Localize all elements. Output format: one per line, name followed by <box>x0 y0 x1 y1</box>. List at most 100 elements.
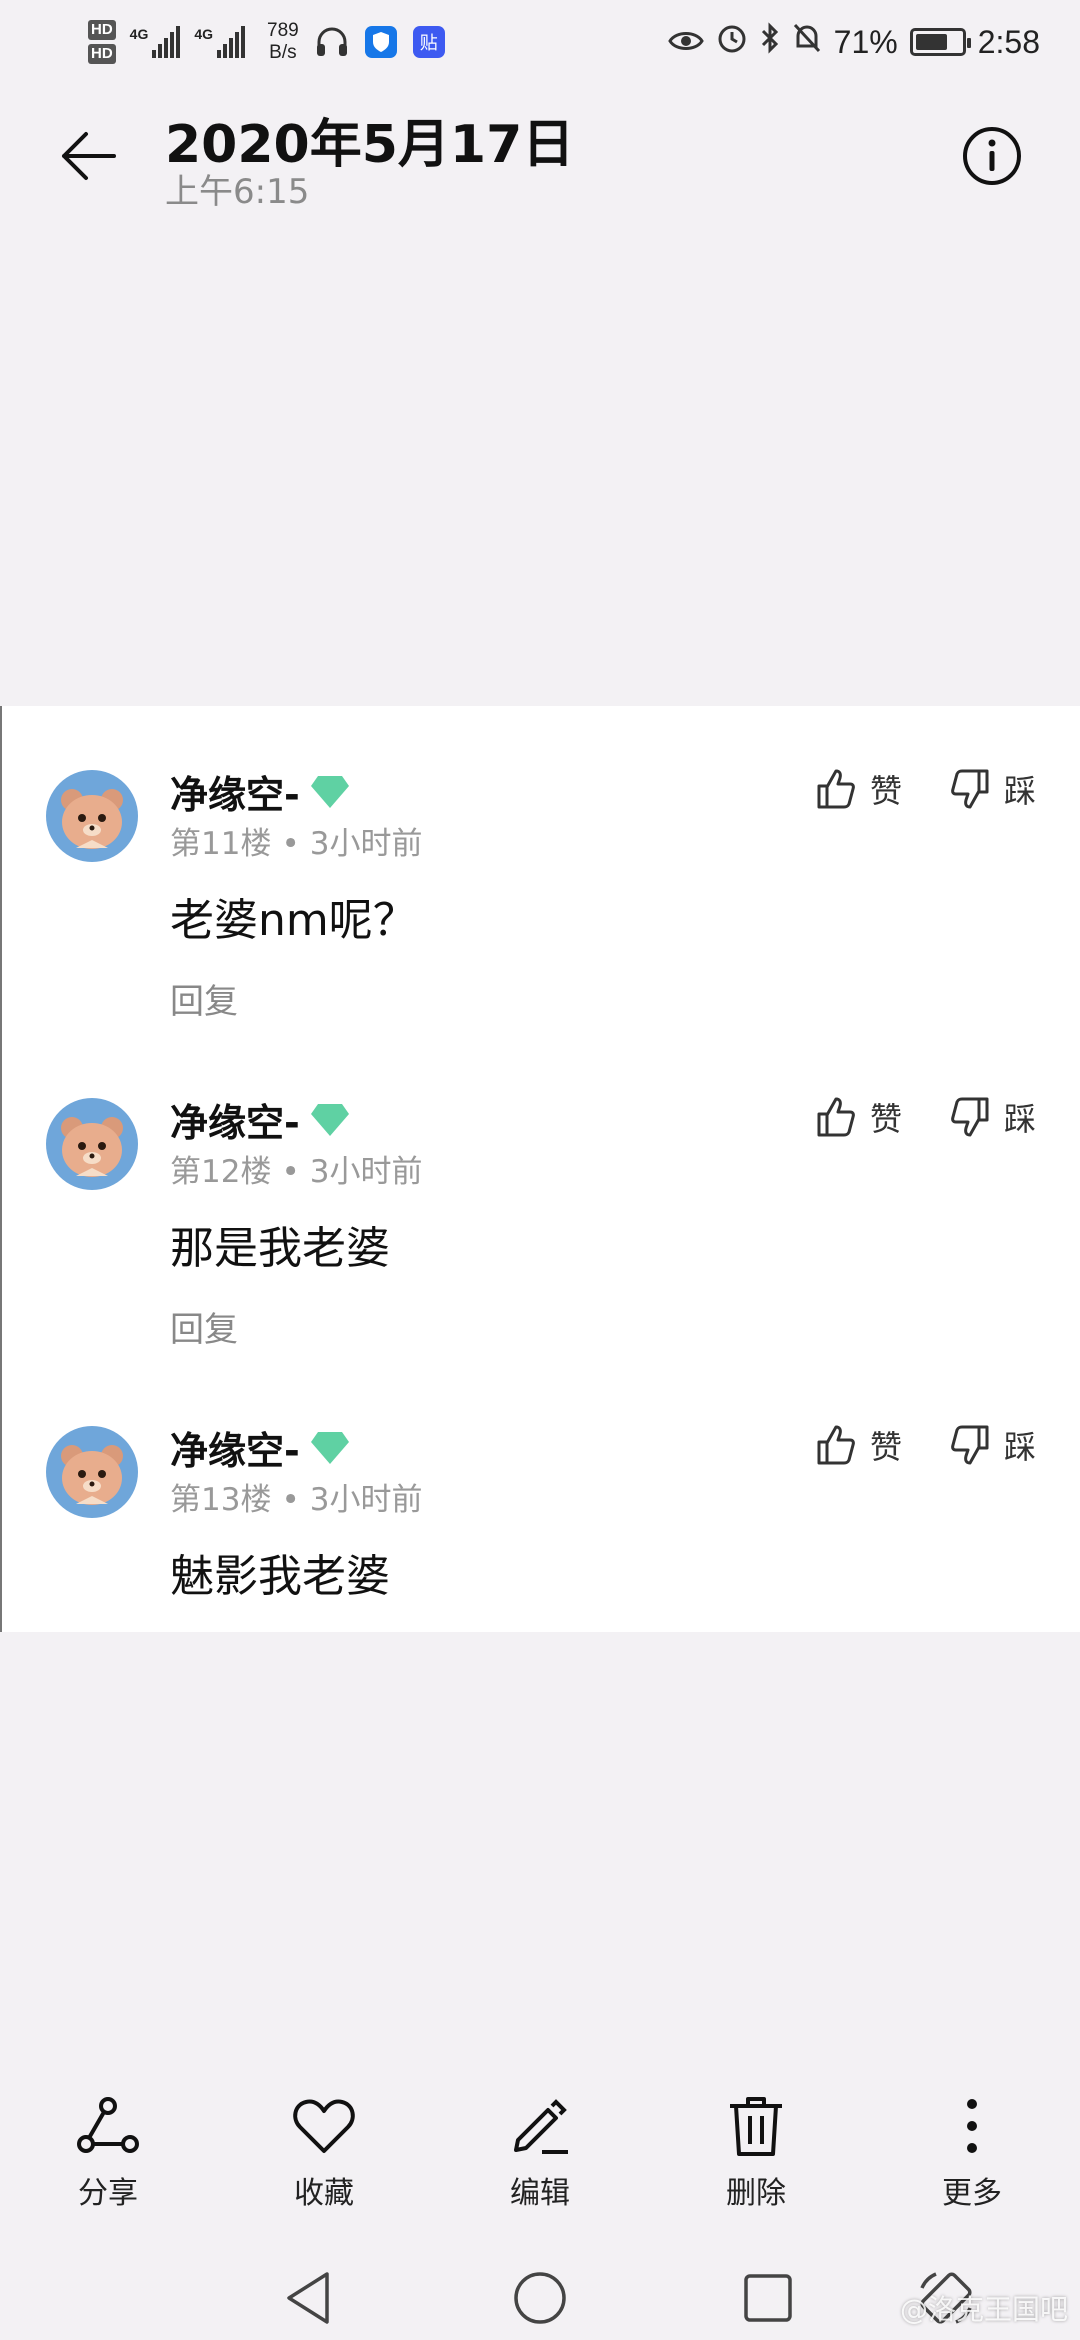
like-button[interactable]: 赞 <box>816 766 902 812</box>
post-content: 那是我老婆 <box>170 1223 390 1274</box>
level-badge-icon <box>310 1102 350 1138</box>
edit-label: 编辑 <box>510 2176 570 2211</box>
username-text: 净缘空- <box>170 1429 300 1473</box>
screenshot-image[interactable]: 净缘空- 第11楼 • 3小时前 老婆nm呢？ 回复 赞 踩 净缘空- 第12楼… <box>0 706 1080 1632</box>
dislike-label: 踩 <box>1004 1100 1037 1138</box>
favorite-button[interactable]: 收藏 <box>244 2090 404 2212</box>
dislike-button[interactable]: 踩 <box>950 766 1036 812</box>
sim1-hd-badge: HD <box>88 20 116 40</box>
nav-home-button[interactable] <box>500 2258 580 2338</box>
delete-label: 删除 <box>726 2176 786 2211</box>
more-button[interactable]: 更多 <box>892 2090 1052 2212</box>
level-badge-icon <box>310 1430 350 1466</box>
status-left: HD HD 4G 4G 789 B/s 贴 <box>88 14 445 70</box>
floor-number: 第12楼 <box>170 1154 272 1190</box>
username[interactable]: 净缘空- <box>170 1420 350 1475</box>
avatar <box>46 1098 138 1190</box>
share-label: 分享 <box>78 2176 138 2211</box>
headphones-icon <box>315 26 349 58</box>
more-label: 更多 <box>942 2176 1002 2211</box>
tieba-app-icon: 贴 <box>412 26 445 58</box>
floor-number: 第13楼 <box>170 1482 272 1518</box>
signal-2-icon: 4G <box>194 26 246 58</box>
info-button[interactable] <box>952 116 1032 196</box>
nav-recents-button[interactable] <box>728 2258 808 2338</box>
network-gen-label-2: 4G <box>194 26 214 42</box>
edit-button[interactable]: 编辑 <box>460 2090 620 2212</box>
network-gen-label: 4G <box>129 26 149 42</box>
pencil-icon <box>504 2090 576 2162</box>
post-content: 魅影我老婆 <box>170 1551 390 1602</box>
back-arrow-icon <box>62 132 116 180</box>
dislike-button[interactable]: 踩 <box>950 1094 1036 1140</box>
floor-number: 第11楼 <box>170 826 272 862</box>
nav-back-button[interactable] <box>268 2258 348 2338</box>
tieba-icon-char: 贴 <box>419 33 438 53</box>
post-item: 净缘空- 第11楼 • 3小时前 老婆nm呢？ 回复 赞 踩 <box>2 706 1080 1036</box>
battery-percent: 71% <box>833 23 898 60</box>
post-content: 老婆nm呢？ <box>170 895 417 946</box>
more-vertical-icon <box>936 2090 1008 2162</box>
like-label: 赞 <box>870 1100 903 1138</box>
thumbs-down-icon <box>951 1425 989 1465</box>
post-meta: 第11楼 • 3小时前 <box>170 818 422 863</box>
username[interactable]: 净缘空- <box>170 1092 350 1147</box>
dislike-button[interactable]: 踩 <box>950 1422 1036 1468</box>
signal-1-icon: 4G <box>130 26 181 58</box>
watermark: @洛克王国吧 <box>899 2293 1068 2326</box>
username-text: 净缘空- <box>170 773 300 817</box>
back-button[interactable] <box>48 116 128 196</box>
favorite-label: 收藏 <box>294 2176 354 2211</box>
like-button[interactable]: 赞 <box>816 1094 902 1140</box>
thumbs-down-icon <box>951 1097 989 1137</box>
page-subtitle-time: 上午6:15 <box>165 172 310 212</box>
username[interactable]: 净缘空- <box>170 764 350 819</box>
navigation-bar: @洛克王国吧 <box>0 2238 1080 2338</box>
post-time-ago: 3小时前 <box>309 1482 423 1518</box>
like-label: 赞 <box>870 1428 903 1466</box>
post-time-ago: 3小时前 <box>309 1154 423 1190</box>
thumbs-up-icon <box>817 1425 855 1465</box>
info-icon <box>963 127 1021 185</box>
username-text: 净缘空- <box>170 1101 300 1145</box>
status-right: 71% 2:58 <box>667 14 1040 70</box>
like-button[interactable]: 赞 <box>816 1422 902 1468</box>
sim2-hd-badge: HD <box>88 44 116 64</box>
post-meta: 第13楼 • 3小时前 <box>170 1474 422 1519</box>
share-button[interactable]: 分享 <box>28 2090 188 2212</box>
heart-icon <box>288 2090 360 2162</box>
reply-button[interactable]: 回复 <box>170 1630 238 1632</box>
post-time-ago: 3小时前 <box>309 826 423 862</box>
delete-button[interactable]: 删除 <box>676 2090 836 2212</box>
title-bar: 2020年5月17日 上午6:15 <box>0 92 1080 222</box>
reply-button[interactable]: 回复 <box>170 1302 238 1351</box>
nav-back-triangle-icon <box>287 2272 329 2324</box>
post-meta: 第12楼 • 3小时前 <box>170 1146 422 1191</box>
like-label: 赞 <box>870 772 903 810</box>
shield-app-icon <box>364 26 397 58</box>
bottom-toolbar: 分享 收藏 编辑 删除 更多 <box>0 2090 1080 2220</box>
network-speed: 789 B/s <box>267 20 299 64</box>
dislike-label: 踩 <box>1004 1428 1037 1466</box>
bear-avatar-icon <box>61 789 123 849</box>
share-icon <box>72 2090 144 2162</box>
avatar <box>46 770 138 862</box>
avatar <box>46 1426 138 1518</box>
meta-separator: • <box>281 1154 300 1190</box>
mute-bell-icon <box>792 22 822 62</box>
bear-avatar-icon <box>61 1117 123 1177</box>
dislike-label: 踩 <box>1004 772 1037 810</box>
eye-comfort-icon <box>667 24 704 61</box>
nav-recents-square-icon <box>744 2274 792 2322</box>
bear-avatar-icon <box>61 1445 123 1505</box>
net-speed-unit: B/s <box>269 42 297 63</box>
net-speed-value: 789 <box>267 20 299 41</box>
reply-button[interactable]: 回复 <box>170 974 238 1023</box>
post-item: 净缘空- 第12楼 • 3小时前 那是我老婆 回复 赞 踩 <box>2 1034 1080 1364</box>
thumbs-up-icon <box>817 1097 855 1137</box>
alarm-icon <box>716 22 748 62</box>
thumbs-down-icon <box>951 769 989 809</box>
thumbs-up-icon <box>817 769 855 809</box>
meta-separator: • <box>281 826 300 862</box>
post-item: 净缘空- 第13楼•3小时前 魅影我老婆 回复 赞 踩 <box>2 1362 1080 1632</box>
